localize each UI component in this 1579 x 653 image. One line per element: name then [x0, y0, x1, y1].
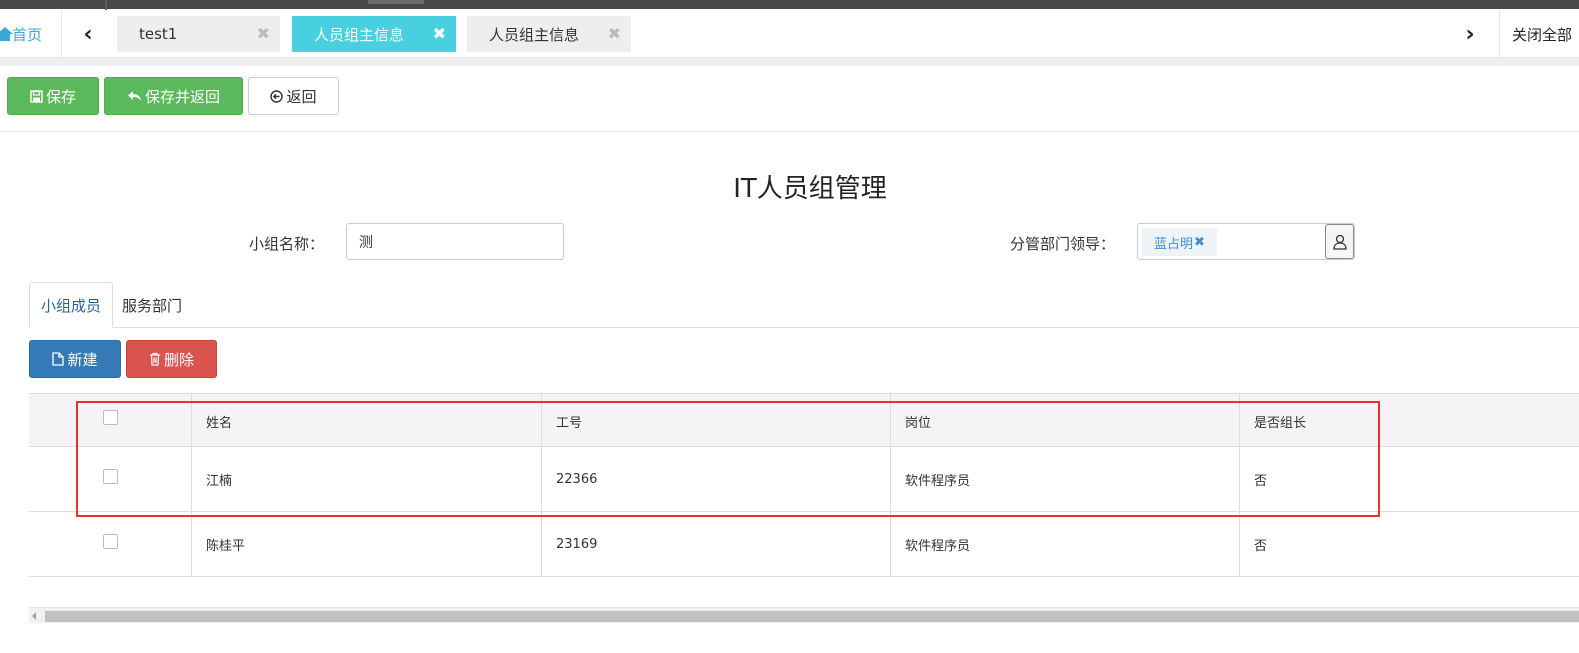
tab-departments[interactable]: 服务部门	[111, 282, 193, 328]
save-button[interactable]: 保存	[7, 77, 99, 115]
horizontal-scrollbar[interactable]	[29, 607, 1579, 623]
header-position[interactable]: 岗位	[890, 394, 1239, 446]
cell-is-leader: 否	[1239, 512, 1579, 576]
tab-members[interactable]: 小组成员	[29, 282, 114, 328]
cell-name: 陈桂平	[191, 512, 541, 576]
chevron-right-icon[interactable]: ›	[1450, 10, 1490, 58]
leader-tag-label: 蓝占明	[1154, 236, 1194, 252]
user-icon	[1332, 234, 1347, 250]
group-name-input[interactable]: 测	[346, 223, 564, 260]
reply-icon	[127, 91, 141, 101]
scroll-left-icon[interactable]	[32, 612, 36, 620]
row-select-cell	[29, 512, 191, 576]
close-icon[interactable]: ✖	[433, 24, 446, 43]
table-header: 姓名 工号 岗位 是否组长	[29, 394, 1579, 447]
table-row[interactable]: 陈桂平 23169 软件程序员 否	[29, 512, 1579, 577]
group-name-label: 小组名称：	[249, 235, 325, 253]
tab-label: 人员组主信息	[489, 25, 580, 44]
top-dark-bar	[0, 0, 1579, 9]
row-select-cell	[29, 447, 191, 511]
top-bar-segment	[368, 0, 424, 4]
tab-test1[interactable]: test1 ✖	[117, 16, 280, 52]
save-and-return-button[interactable]: 保存并返回	[104, 77, 243, 115]
back-button[interactable]: 返回	[248, 77, 339, 115]
save-label: 保存	[45, 87, 76, 106]
tab-group-info[interactable]: 人员组主信息 ✖	[467, 16, 631, 52]
header-is-leader[interactable]: 是否组长	[1239, 394, 1579, 446]
cell-employee-id: 22366	[541, 447, 890, 511]
remove-tag-icon[interactable]: ✖	[1194, 235, 1205, 250]
floppy-disk-icon	[30, 89, 43, 103]
home-label: 首页	[12, 25, 43, 44]
table-row[interactable]: 江楠 22366 软件程序员 否	[29, 447, 1579, 512]
top-strip	[0, 0, 1579, 10]
row-checkbox[interactable]	[103, 469, 118, 484]
members-table: 姓名 工号 岗位 是否组长 江楠 22366 软件程序员 否 陈桂平 23169…	[29, 393, 1579, 577]
tab-group-info-active[interactable]: 人员组主信息 ✖	[292, 16, 456, 52]
header-employee-id[interactable]: 工号	[541, 394, 890, 446]
cell-employee-id: 23169	[541, 512, 890, 576]
tab-label: test1	[139, 25, 178, 43]
scrollbar-thumb[interactable]	[45, 611, 1579, 622]
chevron-left-icon[interactable]: ‹	[68, 10, 108, 58]
save-and-return-label: 保存并返回	[144, 87, 220, 106]
trash-icon	[149, 352, 160, 366]
gray-strip	[0, 58, 1579, 66]
new-button[interactable]: 新建	[29, 340, 121, 378]
top-bar-divider	[105, 0, 107, 10]
select-all-checkbox[interactable]	[103, 410, 118, 425]
leader-select[interactable]: 蓝占明 ✖	[1137, 223, 1355, 260]
header-name[interactable]: 姓名	[191, 394, 541, 446]
cell-is-leader: 否	[1239, 447, 1579, 511]
new-label: 新建	[67, 350, 98, 369]
subtab-bar: 小组成员 服务部门	[29, 282, 1579, 328]
circle-arrow-left-icon	[270, 89, 284, 103]
file-icon	[52, 352, 65, 366]
user-picker-button[interactable]	[1325, 224, 1354, 259]
close-icon[interactable]: ✖	[257, 24, 270, 43]
page-title: IT人员组管理	[733, 174, 887, 204]
back-label: 返回	[286, 87, 317, 106]
row-checkbox[interactable]	[103, 534, 118, 549]
select-all-cell	[29, 394, 191, 446]
delete-button[interactable]: 删除	[126, 340, 217, 378]
leader-label: 分管部门领导：	[1010, 235, 1116, 253]
divider	[61, 10, 62, 58]
tab-label: 人员组主信息	[314, 25, 405, 44]
home-tab[interactable]: 首页	[0, 10, 42, 58]
delete-label: 删除	[163, 350, 194, 369]
leader-tag: 蓝占明 ✖	[1142, 228, 1217, 256]
cell-name: 江楠	[191, 447, 541, 511]
close-all-button[interactable]: 关闭全部	[1499, 10, 1579, 58]
group-name-value: 测	[359, 234, 373, 251]
tab-bar: 首页 ‹ test1 ✖ 人员组主信息 ✖ 人员组主信息 ✖ › 关闭全部	[0, 10, 1579, 58]
toolbar: 保存 保存并返回 返回	[0, 66, 1579, 132]
close-icon[interactable]: ✖	[608, 24, 621, 43]
cell-position: 软件程序员	[890, 447, 1239, 511]
cell-position: 软件程序员	[890, 512, 1239, 576]
home-icon	[0, 27, 13, 41]
